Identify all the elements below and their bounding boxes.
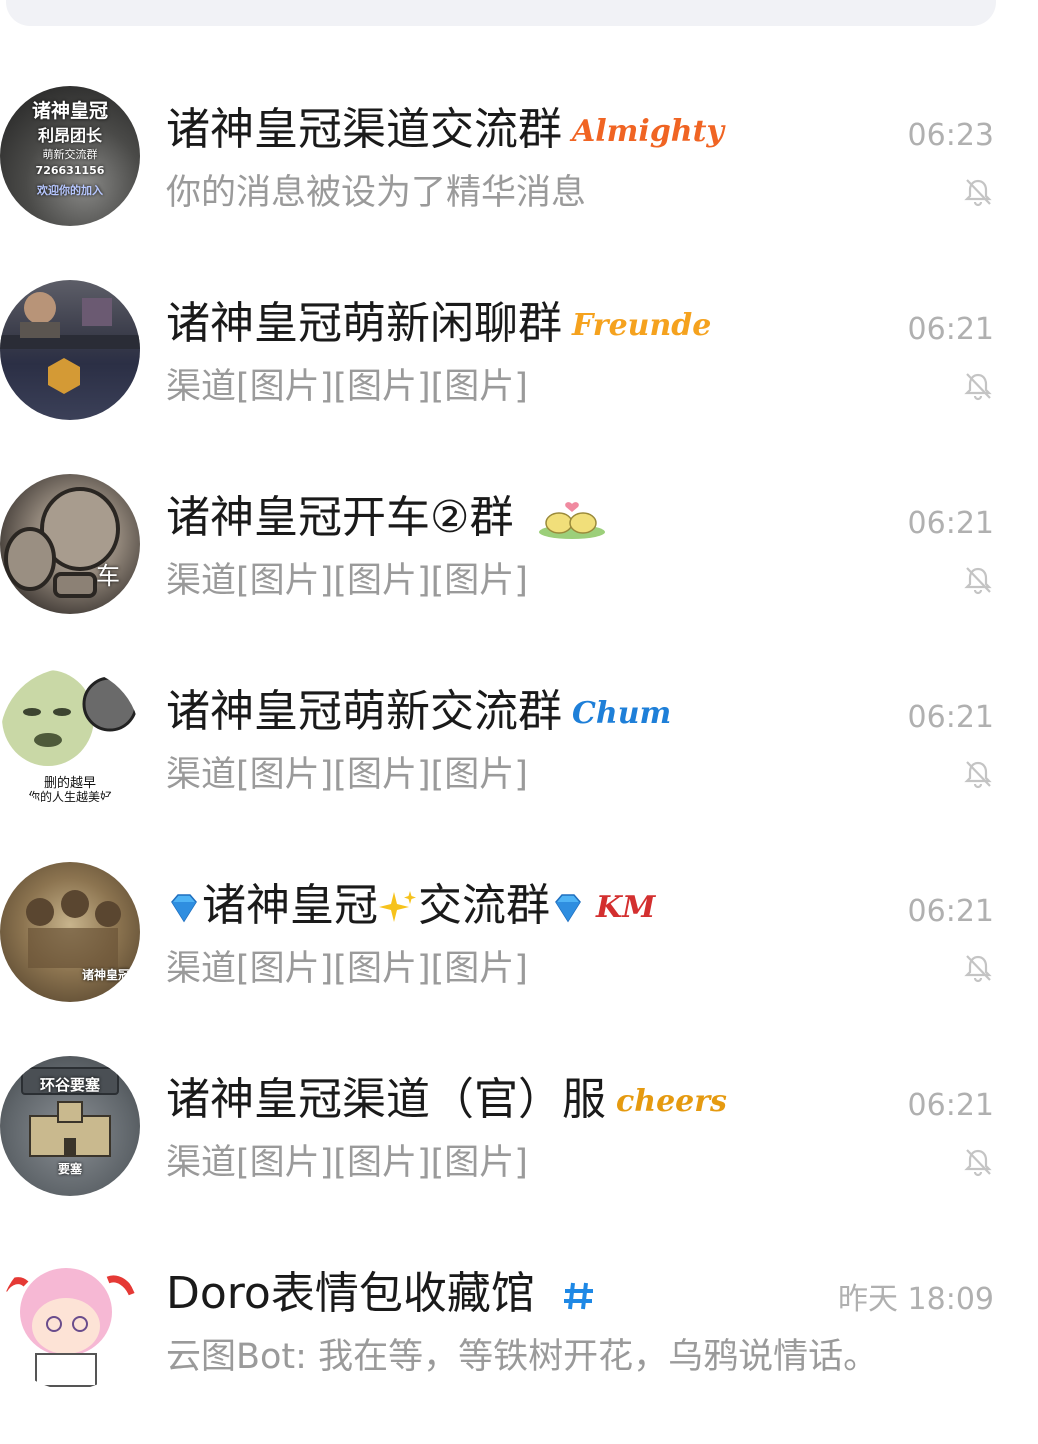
bell-muted-icon	[964, 179, 992, 207]
hashtag-icon	[563, 1282, 593, 1310]
timestamp: 06:23	[907, 118, 994, 153]
chat-item[interactable]: 诸神皇冠萌新闲聊群 Freunde 渠道[图片][图片][图片] 06:21	[0, 280, 1038, 474]
chat-title-text: 诸神皇冠	[202, 880, 378, 931]
group-avatar	[0, 1250, 140, 1390]
chat-title-text: 诸神皇冠开车②群	[166, 492, 514, 543]
avatar-text: 车	[96, 562, 120, 590]
message-preview: 云图Bot: 我在等，等铁树开花，乌鸦说情话。	[166, 1337, 879, 1377]
avatar-text: 诸神皇冠	[31, 100, 108, 122]
message-preview: 渠道[图片][图片][图片]	[166, 755, 528, 795]
chat-title-text: 诸神皇冠渠道交流群	[166, 104, 562, 155]
chat-item[interactable]: 诸神皇冠 诸神皇冠 交流群 KM 渠道[图片][图片][图片] 06:21	[0, 862, 1038, 1056]
chat-title-text: Doro表情包收藏馆	[166, 1268, 535, 1319]
timestamp: 06:21	[907, 312, 994, 347]
chat-title: 诸神皇冠开车②群	[166, 488, 607, 548]
avatar-text: 你的人生越美好	[27, 790, 112, 804]
chat-title-text: 诸神皇冠萌新闲聊群	[166, 298, 562, 349]
timestamp: 06:21	[907, 506, 994, 541]
group-badge: cheers	[616, 1084, 727, 1119]
chat-title-text: 交流群	[418, 880, 550, 931]
group-avatar: 车	[0, 474, 140, 614]
avatar-text: 726631156	[35, 164, 105, 177]
frog-pair-sticker-icon	[539, 502, 606, 539]
chat-title: 诸神皇冠渠道交流群 Almighty	[166, 100, 724, 160]
chat-item[interactable]: 删的越早 你的人生越美好 诸神皇冠萌新交流群 Chum 渠道[图片][图片][图片…	[0, 668, 1038, 862]
chat-item[interactable]: 诸神皇冠 利昂团长 萌新交流群 726631156 欢迎你的加入 诸神皇冠渠道交…	[0, 86, 1038, 280]
game-screenshot-image	[0, 292, 140, 394]
chat-item[interactable]: Doro表情包收藏馆 云图Bot: 我在等，等铁树开花，乌鸦说情话。 昨天 18…	[0, 1250, 1038, 1444]
timestamp: 06:21	[907, 1088, 994, 1123]
timestamp: 昨天 18:09	[838, 1282, 994, 1317]
avatar-text: 欢迎你的加入	[37, 184, 103, 197]
avatar-text: 环谷要塞	[39, 1076, 100, 1094]
avatar-text: 要塞	[57, 1162, 82, 1176]
group-avatar: 删的越早 你的人生越美好	[0, 668, 140, 808]
timestamp: 06:21	[907, 894, 994, 929]
chat-title: Doro表情包收藏馆	[166, 1264, 597, 1324]
group-badge: Freunde	[572, 308, 712, 343]
timestamp: 06:21	[907, 700, 994, 735]
message-preview: 渠道[图片][图片][图片]	[166, 949, 528, 989]
group-avatar: 环谷要塞 要塞	[0, 1056, 140, 1196]
chat-title: 诸神皇冠萌新闲聊群 Freunde	[166, 294, 711, 354]
bell-muted-icon	[964, 1149, 992, 1177]
chat-list: 诸神皇冠 利昂团长 萌新交流群 726631156 欢迎你的加入 诸神皇冠渠道交…	[0, 0, 1038, 1418]
message-preview: 渠道[图片][图片][图片]	[166, 561, 528, 601]
bell-muted-icon	[964, 373, 992, 401]
chat-title: 诸神皇冠渠道（官）服 cheers	[166, 1070, 727, 1130]
chat-item[interactable]: 车 诸神皇冠开车②群 渠道[图片][图片][图片] 06:21	[0, 474, 1038, 668]
sparkles-emoji-icon	[379, 891, 416, 922]
chat-title-text: 诸神皇冠渠道（官）服	[166, 1074, 606, 1125]
group-avatar: 诸神皇冠 利昂团长 萌新交流群 726631156 欢迎你的加入	[0, 86, 140, 226]
bell-muted-icon	[964, 567, 992, 595]
chat-item[interactable]: 环谷要塞 要塞 诸神皇冠渠道（官）服 cheers 渠道[图片][图片][图片] …	[0, 1056, 1038, 1250]
message-preview: 渠道[图片][图片][图片]	[166, 1143, 528, 1183]
bell-muted-icon	[964, 955, 992, 983]
avatar-text: 诸神皇冠	[81, 968, 130, 982]
avatar-text: 利昂团长	[37, 126, 102, 145]
chat-title: 诸神皇冠 交流群 KM	[166, 876, 655, 936]
group-badge: Chum	[572, 696, 672, 731]
diamond-emoji-icon	[171, 894, 197, 923]
group-avatar: 诸神皇冠	[0, 862, 140, 1002]
bell-muted-icon	[964, 761, 992, 789]
group-badge: KM	[596, 890, 656, 925]
chat-title: 诸神皇冠萌新交流群 Chum	[166, 682, 671, 742]
group-avatar	[0, 280, 140, 420]
message-preview: 你的消息被设为了精华消息	[166, 173, 587, 213]
doro-avatar-image	[0, 1268, 136, 1387]
armor-image	[4, 487, 120, 598]
chat-title-text: 诸神皇冠萌新交流群	[166, 686, 562, 737]
diamond-emoji-icon	[555, 894, 581, 923]
avatar-text: 萌新交流群	[42, 148, 98, 161]
message-preview: 渠道[图片][图片][图片]	[166, 367, 528, 407]
group-badge: Almighty	[572, 114, 724, 149]
